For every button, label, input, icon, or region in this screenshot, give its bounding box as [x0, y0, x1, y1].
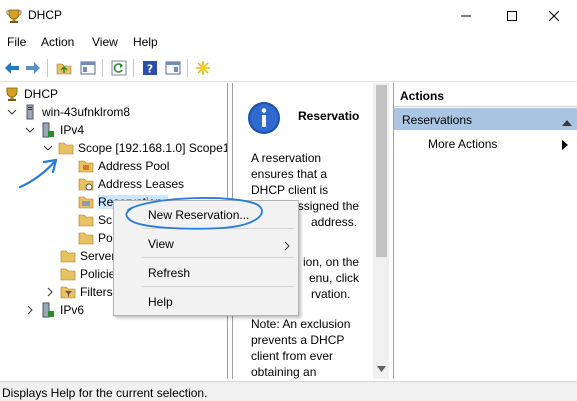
actions-header: Actions: [394, 83, 577, 107]
chevron-right-icon: [284, 240, 290, 254]
description-title: Reservatio: [298, 109, 360, 123]
new-star-icon[interactable]: [193, 58, 213, 78]
tree-node-policies-root[interactable]: Policie: [60, 265, 115, 283]
dhcp-trophy-icon: [4, 86, 20, 102]
menu-bar: File Action View Help: [0, 31, 577, 53]
svg-text:?: ?: [147, 63, 153, 76]
action-pane-icon[interactable]: [163, 58, 183, 78]
tree-node-dhcp[interactable]: DHCP: [4, 85, 58, 103]
tree-node-scope[interactable]: Scope [192.168.1.0] Scope1: [42, 139, 227, 157]
context-menu: New Reservation... View Refresh Help: [113, 200, 299, 316]
tree-node-server-options[interactable]: Server: [60, 247, 115, 265]
chevron-down-icon[interactable]: [24, 124, 36, 136]
close-button[interactable]: [531, 0, 577, 31]
ipv4-server-icon: [40, 122, 56, 138]
scroll-down-icon[interactable]: [377, 361, 386, 375]
back-arrow-icon[interactable]: [2, 58, 22, 78]
scrollbar-thumb[interactable]: [376, 85, 387, 257]
address-leases-folder-icon: [78, 176, 94, 192]
forward-arrow-icon[interactable]: [23, 58, 43, 78]
tree-node-policies[interactable]: Po: [78, 229, 113, 247]
reservations-folder-icon: [78, 194, 94, 210]
policies-folder-icon: [60, 266, 76, 282]
tree-node-ipv6[interactable]: IPv6: [24, 301, 84, 319]
maximize-button[interactable]: [489, 0, 535, 31]
description-paragraph-3: Note: An exclusion prevents a DHCP clien…: [251, 317, 351, 379]
up-folder-icon[interactable]: [54, 58, 74, 78]
address-pool-folder-icon: [78, 158, 94, 174]
menu-help[interactable]: Help: [133, 35, 158, 49]
server-options-folder-icon: [60, 248, 76, 264]
menu-action[interactable]: Action: [41, 35, 74, 49]
chevron-right-icon[interactable]: [44, 286, 56, 298]
menu-help[interactable]: Help: [148, 295, 173, 309]
server-icon: [22, 104, 38, 120]
tree-node-address-leases[interactable]: Address Leases: [78, 175, 184, 193]
more-actions-link[interactable]: More Actions: [428, 137, 497, 151]
chevron-down-icon[interactable]: [42, 142, 54, 154]
menu-refresh[interactable]: Refresh: [148, 266, 190, 280]
tree-node-address-pool[interactable]: Address Pool: [78, 157, 169, 175]
policies-folder-icon: [78, 230, 94, 246]
menu-new-reservation[interactable]: New Reservation...: [148, 208, 249, 222]
collapse-caret-icon[interactable]: [562, 115, 572, 129]
ipv6-server-icon: [40, 302, 56, 318]
tree-node-ipv4[interactable]: IPv4: [24, 121, 84, 139]
info-icon: [247, 101, 281, 135]
chevron-right-icon[interactable]: [24, 304, 36, 316]
chevron-down-icon[interactable]: [6, 106, 18, 118]
filter-folder-icon: [60, 284, 76, 300]
tree-node-scope-options[interactable]: Sc: [78, 211, 112, 229]
minimize-button[interactable]: [443, 0, 489, 31]
vertical-scrollbar[interactable]: [373, 83, 389, 379]
folder-icon: [58, 140, 74, 156]
menu-view[interactable]: View: [92, 35, 118, 49]
status-bar: Displays Help for the current selection.: [0, 381, 577, 401]
tree-node-filters[interactable]: Filters: [44, 283, 113, 301]
chevron-right-icon[interactable]: [562, 139, 568, 153]
options-folder-icon: [78, 212, 94, 228]
help-icon[interactable]: ?: [140, 58, 160, 78]
description-header: Reservatio: [233, 83, 373, 153]
actions-pane: Actions Reservations More Actions: [393, 83, 577, 379]
refresh-icon[interactable]: [109, 58, 129, 78]
menu-file[interactable]: File: [7, 35, 26, 49]
tree-node-server[interactable]: win-43ufnklrom8: [6, 103, 130, 121]
dhcp-trophy-icon: [6, 8, 22, 24]
menu-view-submenu[interactable]: View: [148, 237, 174, 251]
actions-section-reservations[interactable]: Reservations: [394, 108, 577, 130]
window-title: DHCP: [28, 8, 63, 22]
toolbar: ?: [0, 54, 577, 82]
show-hide-tree-icon[interactable]: [78, 58, 98, 78]
title-bar: DHCP: [0, 0, 577, 31]
